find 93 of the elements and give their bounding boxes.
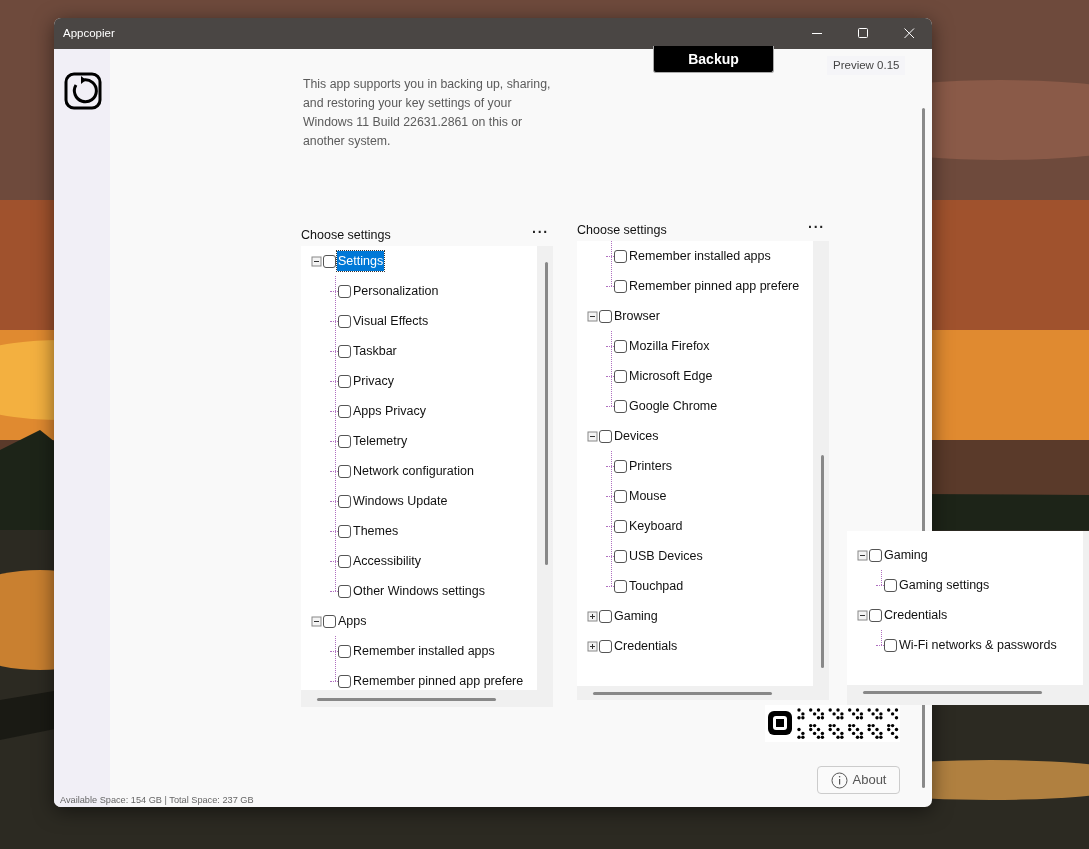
more-button[interactable]: ··· xyxy=(532,222,549,243)
checkbox[interactable] xyxy=(338,584,351,598)
checkbox[interactable] xyxy=(338,674,351,688)
tree-item[interactable]: Visual Effects xyxy=(352,310,430,332)
checkbox[interactable] xyxy=(338,524,351,538)
tree-item[interactable]: Settings xyxy=(337,250,385,272)
tree-item[interactable]: Mouse xyxy=(628,485,668,507)
checkbox[interactable] xyxy=(884,638,897,652)
checkbox[interactable] xyxy=(338,314,351,328)
collapse-icon[interactable] xyxy=(587,430,598,442)
restore-icon[interactable] xyxy=(64,72,102,110)
checkbox[interactable] xyxy=(884,578,897,592)
close-icon[interactable] xyxy=(903,28,915,39)
tree-item[interactable]: Credentials xyxy=(613,635,679,657)
scrollbar[interactable] xyxy=(863,691,1042,694)
collapse-icon[interactable] xyxy=(311,255,322,267)
checkbox[interactable] xyxy=(338,374,351,388)
collapse-icon[interactable] xyxy=(587,310,598,322)
checkbox[interactable] xyxy=(599,639,612,653)
tree-item[interactable]: Gaming xyxy=(883,544,929,566)
tree-item[interactable]: USB Devices xyxy=(628,545,704,567)
expand-icon[interactable] xyxy=(587,610,598,622)
checkbox[interactable] xyxy=(614,459,627,473)
checkbox[interactable] xyxy=(869,608,882,622)
tree-item[interactable]: Devices xyxy=(613,425,660,447)
checkbox[interactable] xyxy=(338,434,351,448)
checkbox[interactable] xyxy=(614,399,627,413)
checkbox[interactable] xyxy=(599,609,612,623)
checkbox[interactable] xyxy=(338,464,351,478)
panel-title: Choose settings xyxy=(577,222,667,239)
tree-item[interactable]: Mozilla Firefox xyxy=(628,335,711,357)
checkbox[interactable] xyxy=(338,554,351,568)
version-label: Preview 0.15 xyxy=(827,56,906,76)
tree-item[interactable]: Browser xyxy=(613,305,661,327)
tree-item[interactable]: Personalization xyxy=(352,280,440,302)
description-text: This app supports you in backing up, sharing, and restoring your key settings of your Windows 11 Build 22631.2861 on this or another system. xyxy=(303,76,552,150)
checkbox[interactable] xyxy=(614,579,627,593)
tree-item[interactable]: Printers xyxy=(628,455,674,477)
scrollbar[interactable] xyxy=(317,698,496,701)
tree-item[interactable]: Remember installed apps xyxy=(628,245,772,267)
checkbox[interactable] xyxy=(338,644,351,658)
tree-item[interactable]: Wi-Fi networks & passwords xyxy=(898,634,1058,656)
checkbox[interactable] xyxy=(614,279,627,293)
tree-item[interactable]: Other Windows settings xyxy=(352,580,486,602)
panel-title: Choose settings xyxy=(301,227,391,244)
info-icon xyxy=(830,771,848,789)
tree-item[interactable]: Apps Privacy xyxy=(352,400,427,422)
backup-button[interactable]: Backup xyxy=(653,46,774,73)
scrollbar[interactable] xyxy=(545,262,548,565)
collapse-icon[interactable] xyxy=(857,609,868,621)
tree-item[interactable]: Network configuration xyxy=(352,460,475,482)
tree-item[interactable]: Gaming settings xyxy=(898,574,991,596)
about-button[interactable]: About xyxy=(817,766,900,794)
tree-item[interactable]: Remember installed apps xyxy=(352,640,496,662)
expand-icon[interactable] xyxy=(587,640,598,652)
checkbox[interactable] xyxy=(338,344,351,358)
more-button[interactable]: ··· xyxy=(808,217,825,238)
checkbox[interactable] xyxy=(614,369,627,383)
tree-item[interactable]: Remember pinned app prefere xyxy=(352,670,525,690)
checkbox[interactable] xyxy=(614,489,627,503)
collapse-icon[interactable] xyxy=(311,615,322,627)
tree-item[interactable]: Themes xyxy=(352,520,400,542)
checkbox[interactable] xyxy=(869,548,882,562)
tree-item[interactable]: Taskbar xyxy=(352,340,398,362)
tree-item[interactable]: Gaming xyxy=(613,605,659,627)
tree-item[interactable]: Telemetry xyxy=(352,430,409,452)
tree-item[interactable]: Touchpad xyxy=(628,575,685,597)
checkbox[interactable] xyxy=(338,284,351,298)
scrollbar[interactable] xyxy=(821,455,824,668)
tree-item[interactable]: Privacy xyxy=(352,370,395,392)
checkbox[interactable] xyxy=(614,549,627,563)
collapse-icon[interactable] xyxy=(857,549,868,561)
checkbox[interactable] xyxy=(338,494,351,508)
checkbox[interactable] xyxy=(614,519,627,533)
tree-item[interactable]: Microsoft Edge xyxy=(628,365,714,387)
checkbox[interactable] xyxy=(614,249,627,263)
tree-item[interactable]: Remember pinned app prefere xyxy=(628,275,801,297)
scrollbar[interactable] xyxy=(593,692,772,695)
tree-item[interactable]: Keyboard xyxy=(628,515,684,537)
tree-item[interactable]: Windows Update xyxy=(352,490,449,512)
tree-item[interactable]: Google Chrome xyxy=(628,395,719,417)
tree-item[interactable]: Apps xyxy=(337,610,368,632)
checkbox[interactable] xyxy=(599,429,612,443)
checkbox[interactable] xyxy=(599,309,612,323)
checkbox[interactable] xyxy=(323,614,336,628)
tree-item[interactable]: Credentials xyxy=(883,604,949,626)
checkbox[interactable] xyxy=(338,404,351,418)
maximize-icon[interactable] xyxy=(857,28,869,39)
checkbox[interactable] xyxy=(323,254,336,268)
checkbox[interactable] xyxy=(614,339,627,353)
window-title: Appcopier xyxy=(63,25,116,41)
tree-item[interactable]: Accessibility xyxy=(352,550,423,572)
status-text: Available Space: 154 GB | Total Space: 237 GB xyxy=(60,794,254,807)
